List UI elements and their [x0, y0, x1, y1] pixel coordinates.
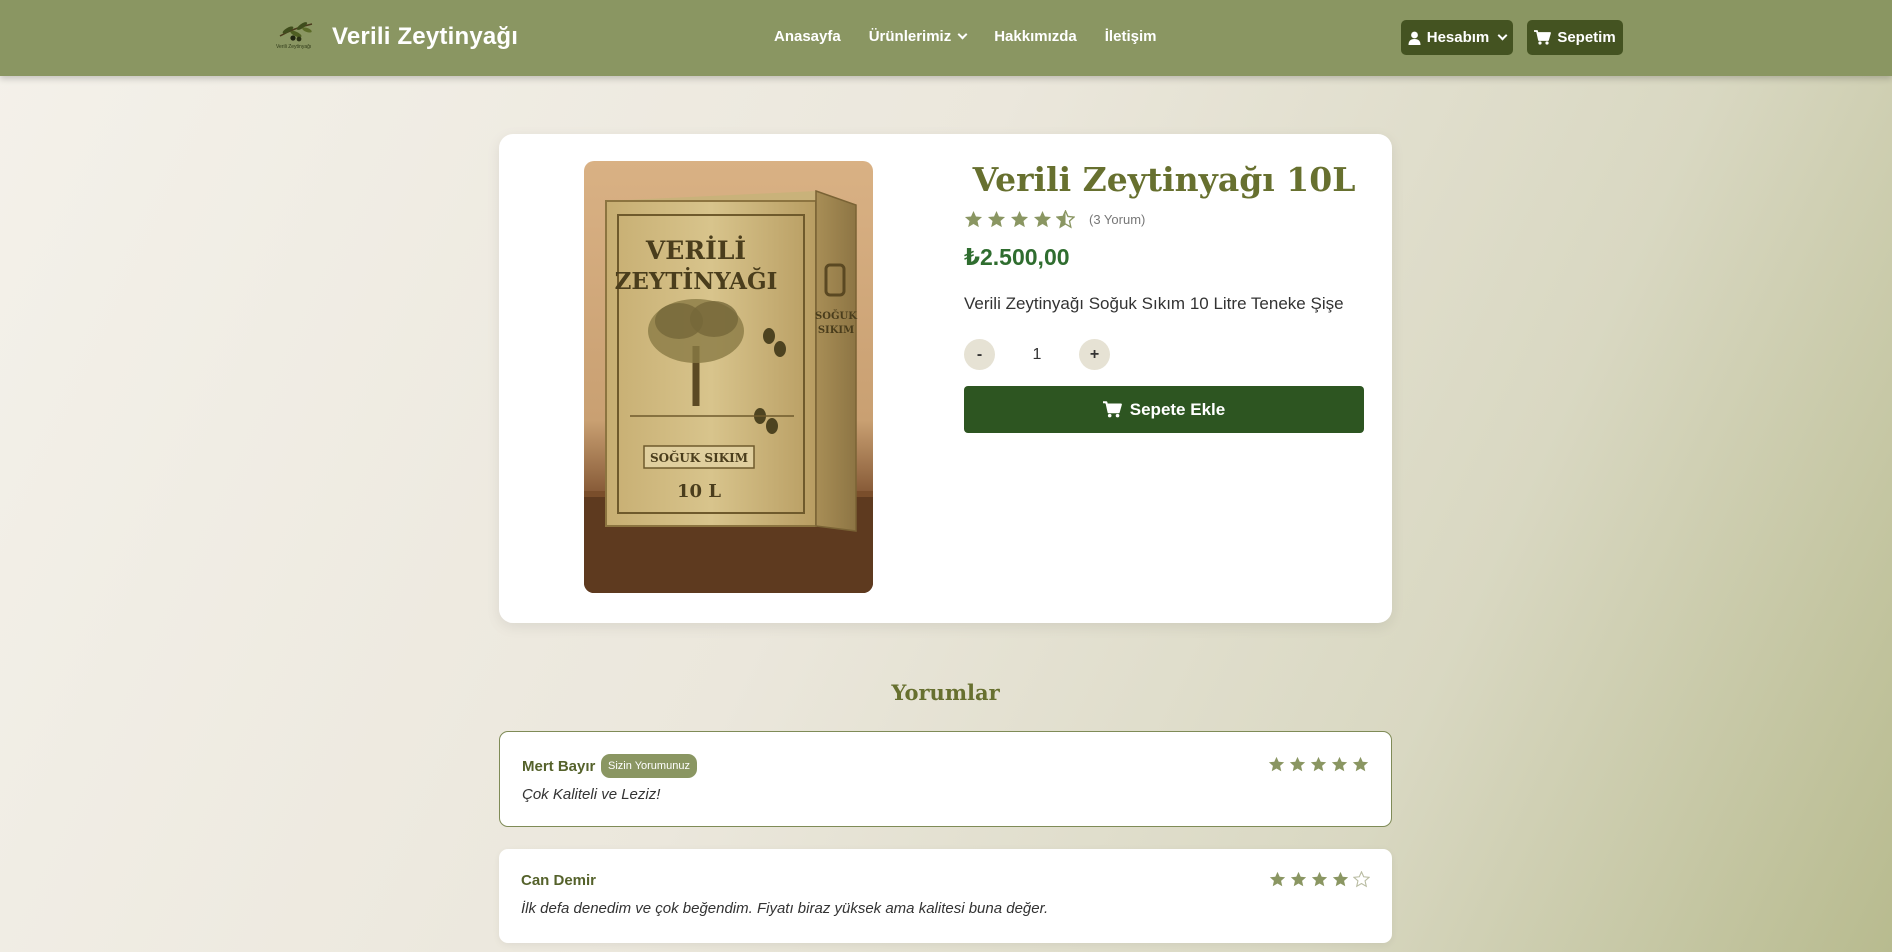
- star-icon: [964, 210, 983, 228]
- product-image[interactable]: VERİLİ ZEYTİNYAĞI SOĞUK SIKIM SOĞUK SIKI…: [584, 161, 873, 593]
- review-rating: [1269, 871, 1370, 888]
- product-rating: (3 Yorum): [964, 210, 1145, 229]
- nav-links: Anasayfa Ürünlerimiz Hakkımızda İletişim: [774, 28, 1156, 45]
- account-label: Hesabım: [1426, 29, 1490, 46]
- quantity-input[interactable]: 1: [995, 346, 1079, 364]
- review-card: Can Demir İlk defa denedim ve çok beğend…: [499, 849, 1392, 943]
- review-text: İlk defa denedim ve çok beğendim. Fiyatı…: [521, 900, 1049, 917]
- nav-link-label: Hakkımızda: [994, 28, 1077, 45]
- chevron-down-icon: [957, 29, 968, 40]
- chevron-down-icon: [1497, 30, 1508, 41]
- star-icon: [1289, 756, 1306, 772]
- star-icon: [1268, 756, 1285, 772]
- nav-link-products[interactable]: Ürünlerimiz: [868, 28, 968, 45]
- add-to-cart-button[interactable]: Sepete Ekle: [964, 386, 1364, 433]
- star-icon: [1269, 871, 1286, 887]
- nav-link-about[interactable]: Hakkımızda: [994, 28, 1077, 45]
- olive-branch-logo: Verili Zeytinyağı: [274, 18, 320, 56]
- product-description: Verili Zeytinyağı Soğuk Sıkım 10 Litre T…: [964, 294, 1344, 313]
- review-author: Mert Bayır: [522, 758, 596, 775]
- star-icon: [1010, 210, 1029, 228]
- review-author: Can Demir: [521, 872, 597, 889]
- brand[interactable]: Verili Zeytinyağı Verili Zeytinyağı: [274, 18, 518, 56]
- nav-link-label: Ürünlerimiz: [868, 28, 952, 45]
- star-icon: [987, 210, 1006, 228]
- tin-side-line2: SIKIM: [818, 325, 854, 336]
- cart-icon: [1534, 30, 1552, 45]
- star-icon: [1311, 871, 1328, 887]
- star-icon: [1310, 756, 1327, 772]
- nav-link-label: İletişim: [1104, 28, 1157, 45]
- review-card: Mert Bayır Sizin Yorumunuz Çok Kaliteli …: [499, 731, 1392, 827]
- cart-icon: [1102, 401, 1122, 418]
- tin-label-line1: VERİLİ: [645, 236, 746, 265]
- add-to-cart-label: Sepete Ekle: [1129, 399, 1226, 419]
- account-button[interactable]: Hesabım: [1401, 20, 1513, 55]
- review-rating: [1268, 756, 1369, 773]
- user-icon: [1408, 31, 1421, 45]
- increase-quantity-button[interactable]: +: [1079, 339, 1110, 370]
- decrease-quantity-button[interactable]: -: [964, 339, 995, 370]
- star-icon: [1352, 756, 1369, 772]
- product-title: Verili Zeytinyağı 10L: [972, 160, 1356, 199]
- logo-text: Verili Zeytinyağı: [276, 44, 312, 50]
- cart-button[interactable]: Sepetim: [1527, 20, 1623, 55]
- star-icon: [1331, 756, 1348, 772]
- nav-link-home[interactable]: Anasayfa: [774, 28, 841, 45]
- cart-label: Sepetim: [1557, 29, 1616, 46]
- review-text: Çok Kaliteli ve Leziz!: [522, 786, 661, 803]
- reviews-title: Yorumlar: [891, 680, 1000, 705]
- nav-link-label: Anasayfa: [774, 28, 841, 45]
- brand-name: Verili Zeytinyağı: [332, 23, 519, 50]
- review-count[interactable]: (3 Yorum): [1089, 212, 1145, 227]
- star-icon: [1332, 871, 1349, 887]
- star-icon: [1033, 210, 1052, 228]
- tin-band-text: SOĞUK SIKIM: [650, 449, 748, 465]
- own-review-badge: Sizin Yorumunuz: [601, 754, 697, 778]
- rating-stars: [964, 210, 1075, 229]
- navbar: Verili Zeytinyağı Verili Zeytinyağı Anas…: [0, 0, 1892, 76]
- star-icon: [1290, 871, 1307, 887]
- nav-link-contact[interactable]: İletişim: [1105, 28, 1157, 45]
- quantity-stepper: - 1 +: [964, 339, 1110, 370]
- product-price: ₺2.500,00: [964, 244, 1070, 270]
- tin-side-line1: SOĞUK: [815, 310, 857, 322]
- product-card: VERİLİ ZEYTİNYAĞI SOĞUK SIKIM SOĞUK SIKI…: [499, 134, 1392, 623]
- tin-label-line2: ZEYTİNYAĞI: [615, 267, 778, 295]
- star-half-icon: [1056, 210, 1075, 229]
- tin-volume-text: 10 L: [677, 481, 721, 502]
- star-empty-icon: [1353, 871, 1370, 888]
